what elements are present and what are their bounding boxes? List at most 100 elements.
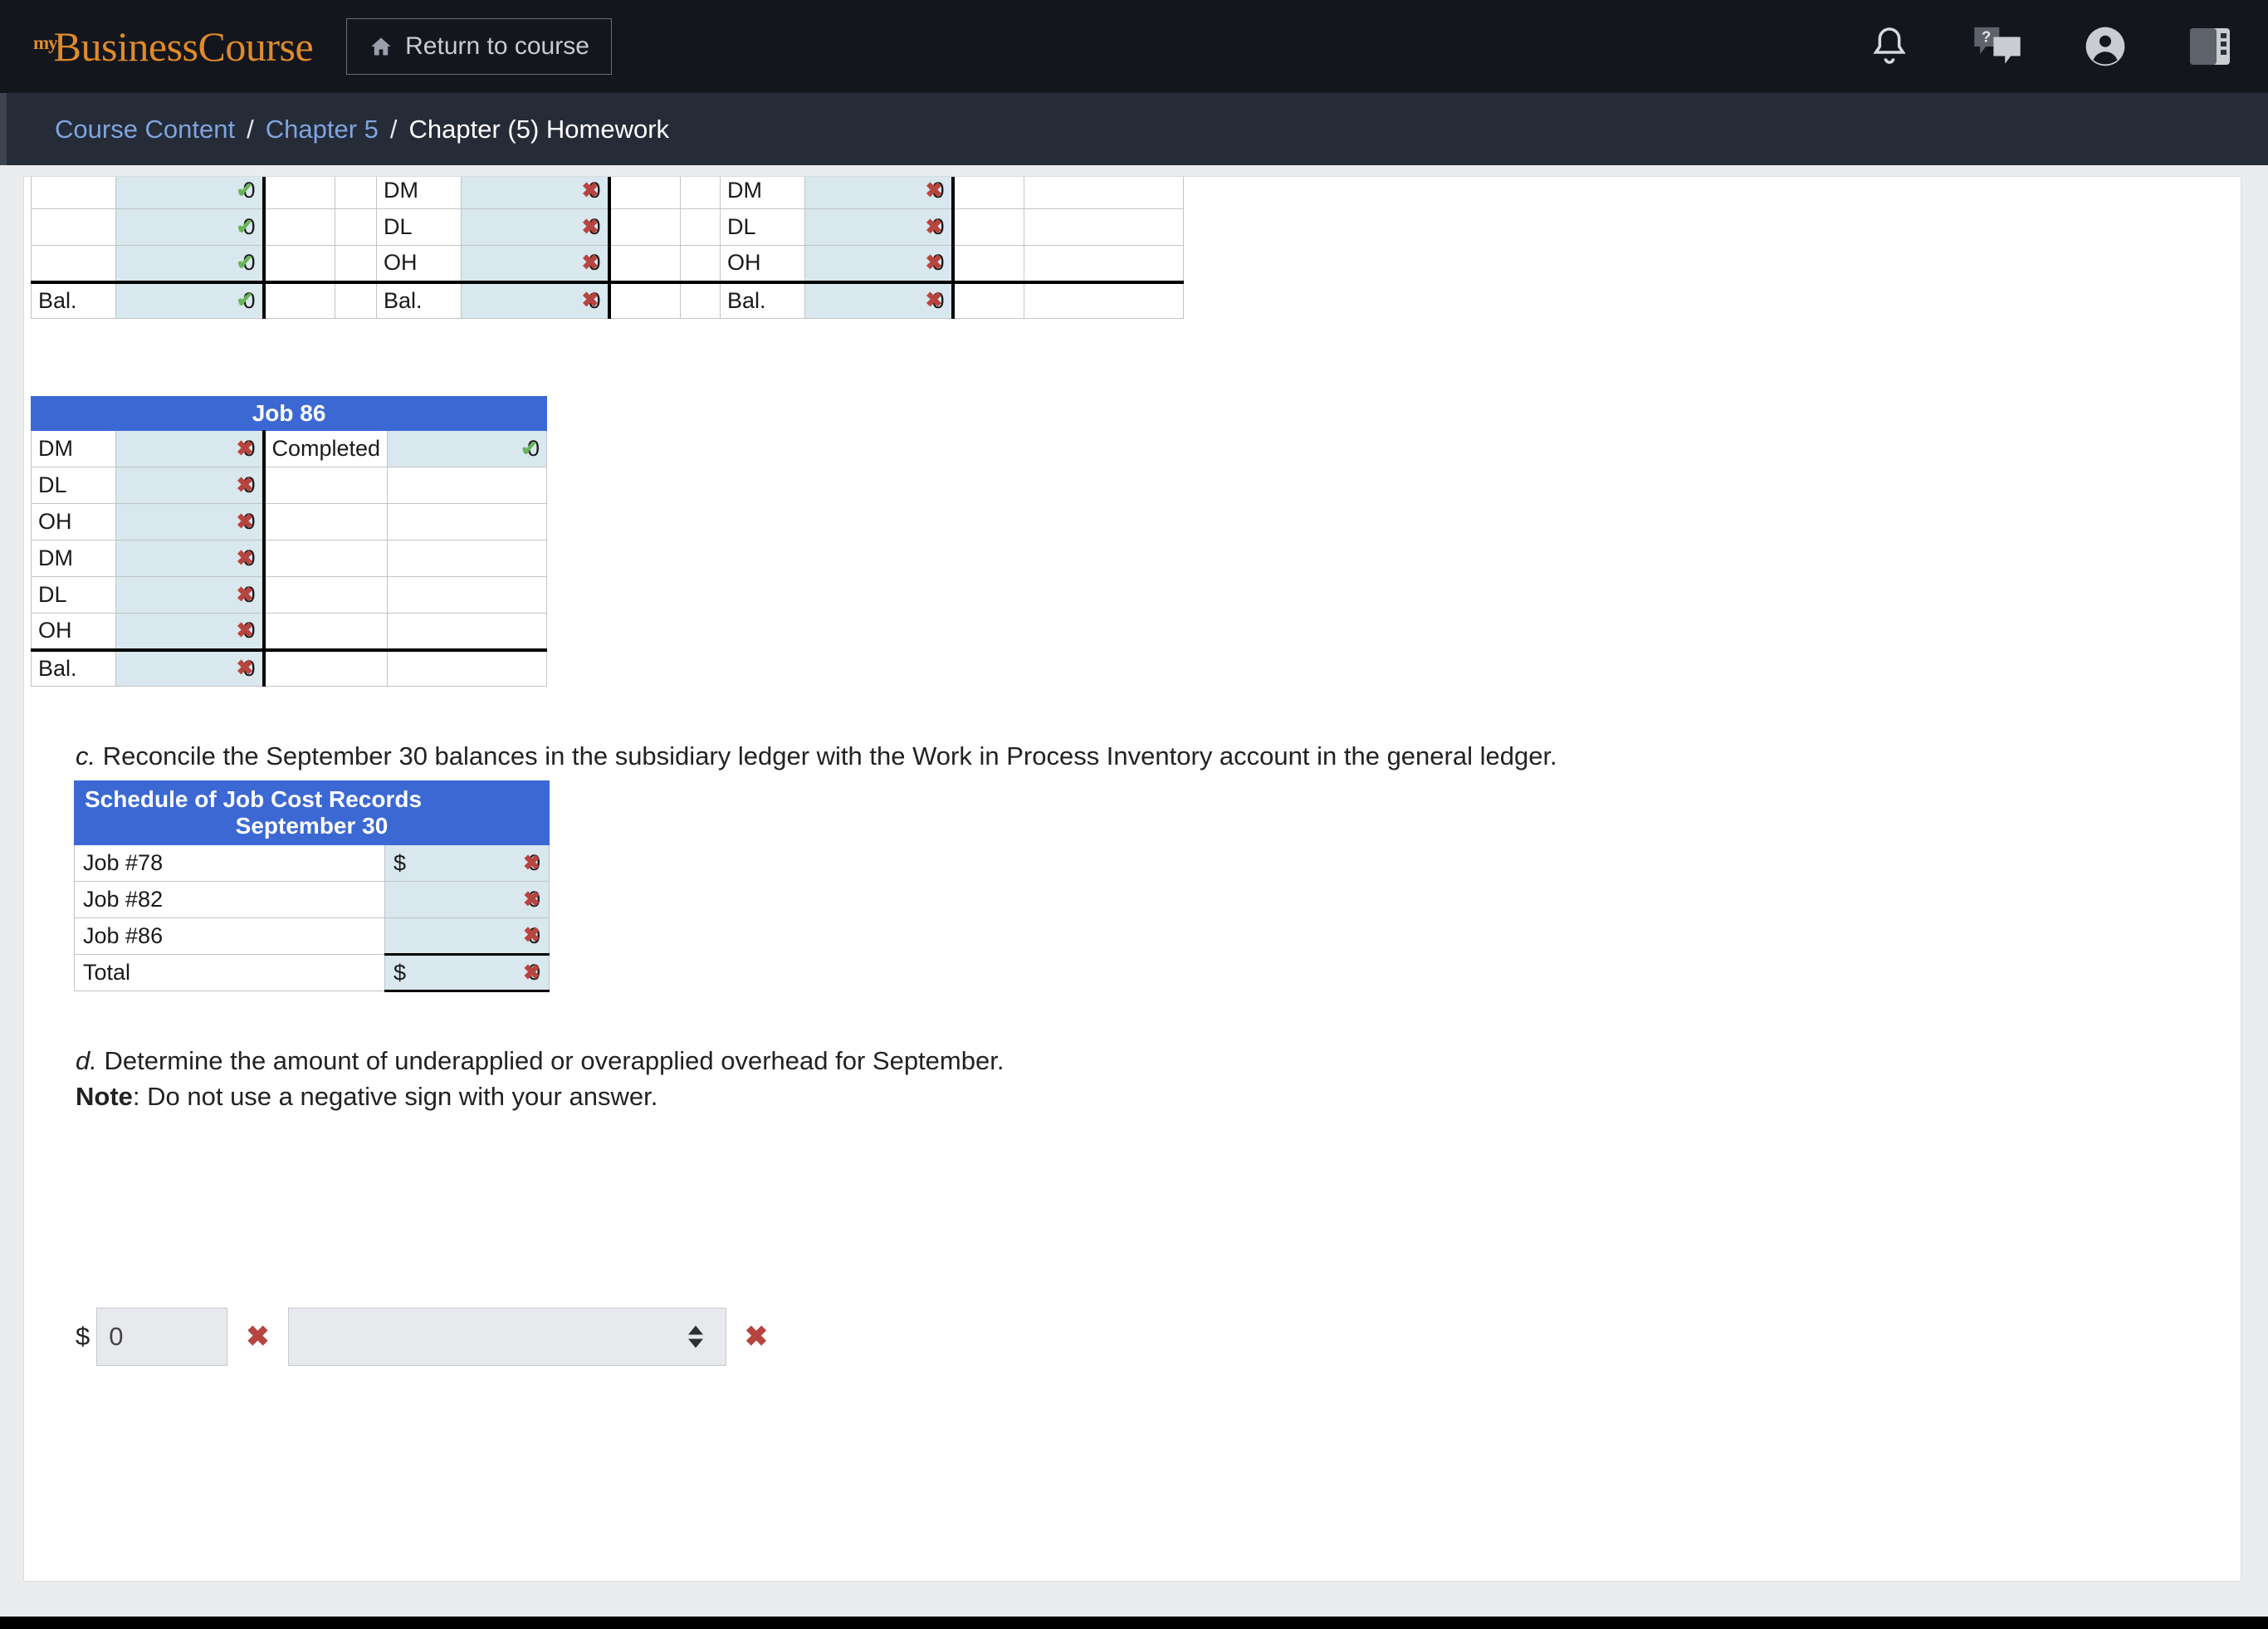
blank-cell xyxy=(952,245,1024,282)
amount-input-cell[interactable]: 0 ✔ xyxy=(115,280,266,319)
bell-icon[interactable] xyxy=(1866,22,1913,71)
amount-input-cell[interactable]: 0 ✔ xyxy=(115,208,266,246)
incorrect-icon: ✖ xyxy=(236,510,254,533)
amount-input-cell[interactable]: 0 ✖ xyxy=(804,208,955,246)
row-label xyxy=(31,177,116,209)
incorrect-icon: ✖ xyxy=(925,288,943,312)
table-row: Job #78 $0 ✖ xyxy=(74,844,550,882)
currency-symbol: $ xyxy=(393,960,407,985)
currency-symbol: $ xyxy=(393,850,407,875)
schedule-of-job-cost-records-table: Schedule of Job Cost Records September 3… xyxy=(74,780,550,992)
ledger-table-job-84: DM 0 ✖ DL 0 ✖ OH 0 ✖ Bal. 0 ✖ xyxy=(720,177,1184,319)
amount-input-cell[interactable]: 0 ✖ xyxy=(115,613,266,650)
breadcrumb-separator: / xyxy=(247,114,254,144)
incorrect-icon: ✖ xyxy=(236,437,254,460)
row-label xyxy=(31,245,116,282)
incorrect-icon: ✖ xyxy=(744,1321,769,1353)
incorrect-icon: ✖ xyxy=(581,179,599,202)
amount-input-cell[interactable]: 0 ✖ xyxy=(115,648,266,687)
amount-input-cell[interactable]: 0 ✔ xyxy=(115,177,266,209)
correct-icon: ✔ xyxy=(521,437,539,460)
amount-input-cell[interactable]: 0 ✖ xyxy=(115,576,266,614)
account-circle-icon[interactable] xyxy=(2082,23,2129,70)
amount-input-cell[interactable]: 0 ✖ xyxy=(461,280,611,319)
blank-cell xyxy=(1024,280,1184,319)
blank-cell xyxy=(387,503,548,541)
amount-input-cell[interactable]: 0 ✖ xyxy=(461,177,611,209)
incorrect-icon: ✖ xyxy=(236,583,254,606)
blank-cell xyxy=(263,280,335,319)
table-header-row: Schedule of Job Cost Records September 3… xyxy=(74,780,550,845)
return-to-course-button[interactable]: Return to course xyxy=(346,18,612,75)
panel-toggle-icon[interactable] xyxy=(2188,27,2231,66)
schedule-amount-input-cell[interactable]: 0 ✖ xyxy=(384,881,550,918)
blank-cell xyxy=(387,467,548,504)
table-head: Job 86 xyxy=(30,396,548,431)
completed-amount-cell[interactable]: 0 ✔ xyxy=(387,430,548,467)
table-row: DM 0 ✖ Completed 0 ✔ xyxy=(31,430,548,467)
row-label: DL xyxy=(376,208,462,246)
amount-input-cell[interactable]: 0 ✖ xyxy=(115,467,266,504)
help-chat-icon[interactable]: ? xyxy=(1972,25,2022,68)
svg-text:?: ? xyxy=(1982,27,1991,45)
part-d-text: Determine the amount of underapplied or … xyxy=(104,1046,1004,1075)
brand-logo-my: my xyxy=(33,32,58,53)
row-label: DM xyxy=(720,177,805,209)
incorrect-icon: ✖ xyxy=(581,251,599,275)
row-label: DL xyxy=(31,576,116,614)
incorrect-icon: ✖ xyxy=(925,215,943,238)
table-row: DL 0 ✖ xyxy=(31,467,548,504)
part-c-instruction: c. Reconcile the September 30 balances i… xyxy=(76,739,2151,774)
table-row: DL 0 ✖ xyxy=(31,576,548,614)
table-row: DL 0 ✖ xyxy=(720,208,1184,246)
schedule-total-input-cell[interactable]: $0 ✖ xyxy=(384,953,550,992)
overhead-amount-input[interactable] xyxy=(96,1308,228,1366)
amount-input-cell[interactable]: 0 ✖ xyxy=(115,430,266,467)
breadcrumb: Course Content / Chapter 5 / Chapter (5)… xyxy=(55,115,669,144)
blank-cell xyxy=(262,576,389,614)
breadcrumb-item-course-content[interactable]: Course Content xyxy=(55,115,235,144)
table-body: Job #78 $0 ✖ Job #82 0 ✖ Job #86 0 ✖ Total … xyxy=(74,844,550,992)
blank-cell xyxy=(952,280,1024,319)
amount-input-cell[interactable]: 0 ✖ xyxy=(461,208,611,246)
amount-input-cell[interactable]: 0 ✖ xyxy=(115,503,266,541)
schedule-amount-input-cell[interactable]: 0 ✖ xyxy=(384,917,550,955)
amount-input-cell[interactable]: 0 ✖ xyxy=(804,245,955,282)
incorrect-icon: ✖ xyxy=(523,961,540,984)
row-label: OH xyxy=(376,245,462,282)
part-d-instruction: d. Determine the amount of underapplied … xyxy=(76,1044,2151,1079)
part-d-marker: d. xyxy=(76,1046,97,1075)
incorrect-icon: ✖ xyxy=(925,251,943,275)
schedule-row-name: Job #78 xyxy=(74,844,385,882)
job-86-title: Job 86 xyxy=(30,396,548,431)
answer-row: $ ✖ Underapplied Overapplied ✖ xyxy=(76,1308,786,1366)
amount-input-cell[interactable]: 0 ✖ xyxy=(804,280,955,319)
table-row: OH 0 ✖ xyxy=(31,613,548,650)
row-label: OH xyxy=(720,245,805,282)
amount-input-cell[interactable]: 0 ✖ xyxy=(461,245,611,282)
part-c-text: Reconcile the September 30 balances in t… xyxy=(102,741,1557,770)
amount-input-cell[interactable]: 0 ✖ xyxy=(115,540,266,577)
row-label: DL xyxy=(31,467,116,504)
table-row-balance: Bal. 0 ✖ xyxy=(31,648,548,687)
amount-input-cell[interactable]: 0 ✖ xyxy=(804,177,955,209)
overhead-type-select[interactable]: Underapplied Overapplied xyxy=(287,1308,726,1366)
row-label: Bal. xyxy=(720,280,805,319)
blank-cell xyxy=(609,177,681,209)
incorrect-icon: ✖ xyxy=(236,473,254,497)
blank-cell xyxy=(609,245,681,282)
incorrect-icon: ✖ xyxy=(246,1321,270,1353)
schedule-amount-input-cell[interactable]: $0 ✖ xyxy=(384,844,550,882)
amount-input-cell[interactable]: 0 ✔ xyxy=(115,245,266,282)
part-d-note: Note: Do not use a negative sign with yo… xyxy=(76,1079,2151,1114)
incorrect-icon: ✖ xyxy=(581,215,599,238)
table-row-total: Total $0 ✖ xyxy=(74,953,550,992)
table-row: DM 0 ✖ xyxy=(31,540,548,577)
breadcrumb-item-chapter-5[interactable]: Chapter 5 xyxy=(266,115,379,144)
note-text: : Do not use a negative sign with your a… xyxy=(132,1082,658,1111)
incorrect-icon: ✖ xyxy=(523,888,540,911)
schedule-title-line1: Schedule of Job Cost Records xyxy=(85,786,423,812)
completed-label-cell: Completed xyxy=(262,430,389,467)
blank-cell xyxy=(952,177,1024,209)
row-label xyxy=(31,208,116,246)
